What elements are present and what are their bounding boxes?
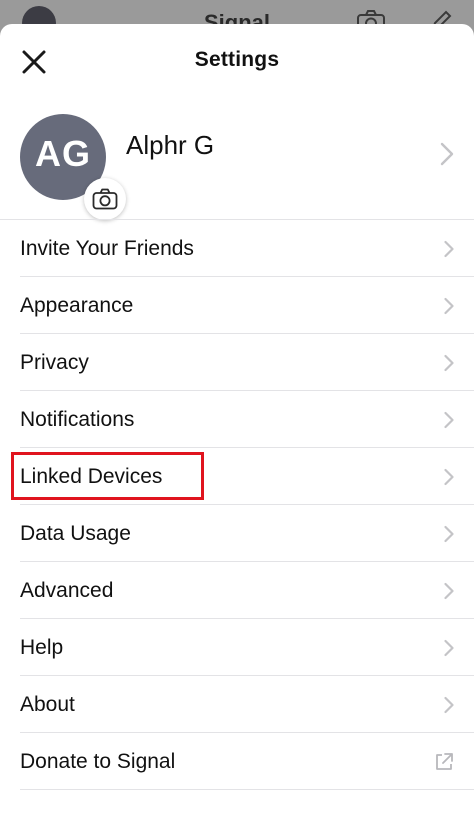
settings-sheet: Settings AG Alphr G Invite Your Friends … [0, 24, 474, 816]
page-title: Settings [194, 48, 280, 71]
menu-item-label: Help [20, 635, 64, 659]
chevron-right-icon [444, 525, 454, 542]
chevron-right-icon [444, 468, 454, 485]
menu-item-label: Linked Devices [20, 464, 163, 488]
menu-item-label: Invite Your Friends [20, 236, 194, 260]
menu-item-invite-friends[interactable]: Invite Your Friends [0, 220, 474, 277]
profile-row[interactable]: AG Alphr G [0, 96, 474, 220]
settings-header: Settings [0, 24, 474, 96]
camera-icon [92, 188, 118, 210]
menu-item-label: Notifications [20, 407, 135, 431]
settings-menu: Invite Your Friends Appearance Privacy N… [0, 220, 474, 790]
chevron-right-icon [444, 240, 454, 257]
avatar-initials: AG [35, 133, 91, 174]
chevron-right-icon [444, 582, 454, 599]
change-photo-button[interactable] [84, 178, 126, 220]
menu-item-linked-devices[interactable]: Linked Devices [0, 448, 474, 505]
external-link-icon [436, 752, 453, 770]
menu-item-privacy[interactable]: Privacy [0, 334, 474, 391]
menu-item-about[interactable]: About [0, 676, 474, 733]
profile-name: Alphr G [126, 130, 215, 160]
chevron-right-icon [444, 639, 454, 656]
chevron-right-icon [444, 696, 454, 713]
menu-item-label: About [20, 692, 75, 716]
menu-item-label: Data Usage [20, 521, 131, 545]
menu-item-data-usage[interactable]: Data Usage [0, 505, 474, 562]
menu-item-label: Privacy [20, 350, 89, 374]
chevron-right-icon [444, 354, 454, 371]
menu-item-advanced[interactable]: Advanced [0, 562, 474, 619]
menu-item-appearance[interactable]: Appearance [0, 277, 474, 334]
menu-item-notifications[interactable]: Notifications [0, 391, 474, 448]
avatar[interactable]: AG [20, 114, 126, 220]
chevron-right-icon [444, 297, 454, 314]
menu-item-donate[interactable]: Donate to Signal [0, 733, 474, 790]
chevron-right-icon [440, 142, 454, 166]
menu-item-label: Appearance [20, 293, 134, 317]
menu-item-label: Donate to Signal [20, 749, 176, 773]
menu-item-help[interactable]: Help [0, 619, 474, 676]
menu-item-label: Advanced [20, 578, 114, 602]
chevron-right-icon [444, 411, 454, 428]
